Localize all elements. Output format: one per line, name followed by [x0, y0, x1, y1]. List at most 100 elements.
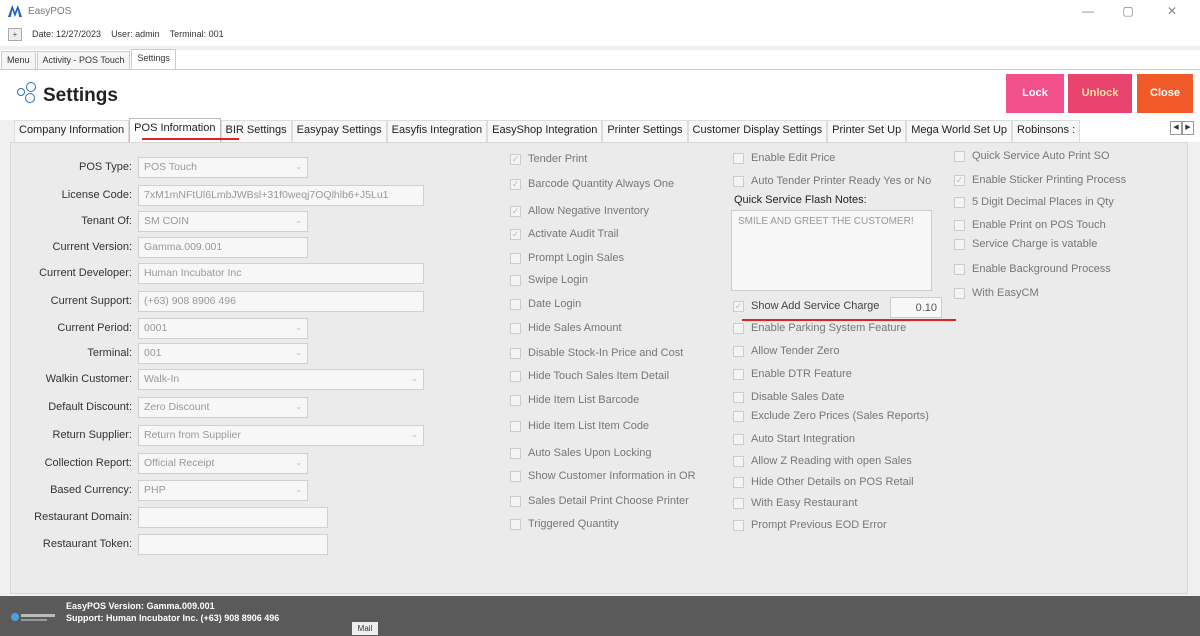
- disable-sales-date-checkbox[interactable]: Disable Sales Date: [733, 391, 845, 403]
- enable-background-process-checkbox[interactable]: Enable Background Process: [954, 263, 1111, 275]
- hide-touch-sales-item-detail-checkbox[interactable]: Hide Touch Sales Item Detail: [510, 370, 669, 382]
- prompt-previous-eod-error-checkbox[interactable]: Prompt Previous EOD Error: [733, 519, 887, 531]
- service-charge-is-vatable-checkbox[interactable]: Service Charge is vatable: [954, 238, 1097, 250]
- checkbox-label: Prompt Login Sales: [528, 252, 624, 264]
- pos-type-dropdown[interactable]: POS Touch ⌄: [138, 157, 308, 178]
- auto-start-integration-checkbox[interactable]: Auto Start Integration: [733, 433, 855, 445]
- mail-button[interactable]: Mail: [352, 622, 378, 635]
- allow-negative-inventory-checkbox[interactable]: ✓ Allow Negative Inventory: [510, 205, 649, 217]
- collection-report-dropdown[interactable]: Official Receipt ⌄: [138, 453, 308, 474]
- unlock-button[interactable]: Unlock: [1068, 74, 1132, 113]
- checkbox-label: Show Add Service Charge: [751, 300, 880, 312]
- with-easycm-checkbox[interactable]: With EasyCM: [954, 287, 1039, 299]
- allow-tender-zero-checkbox[interactable]: Allow Tender Zero: [733, 345, 839, 357]
- field-value: 0001: [144, 322, 168, 334]
- allow-z-reading-with-open-sales-checkbox[interactable]: Allow Z Reading with open Sales: [733, 455, 912, 467]
- service-charge-input[interactable]: 0.10: [890, 297, 942, 318]
- tab-easypay-settings[interactable]: Easypay Settings: [291, 120, 387, 142]
- chevron-down-icon[interactable]: ⌄: [295, 162, 302, 171]
- checkbox-box: [733, 391, 744, 403]
- hide-other-details-on-pos-retail-checkbox[interactable]: Hide Other Details on POS Retail: [733, 476, 914, 488]
- tab-scroll-right-icon[interactable]: ▶: [1182, 121, 1194, 135]
- tab-scroll-left-icon[interactable]: ◀: [1170, 121, 1182, 135]
- auto-sales-upon-locking-checkbox[interactable]: Auto Sales Upon Locking: [510, 447, 652, 459]
- close-window-button[interactable]: ✕: [1154, 2, 1190, 20]
- checkbox-label: Hide Touch Sales Item Detail: [528, 370, 670, 382]
- tab-easyfis-integration[interactable]: Easyfis Integration: [386, 120, 488, 142]
- chevron-down-icon[interactable]: ⌄: [295, 348, 302, 357]
- hide-item-list-barcode-checkbox[interactable]: Hide Item List Barcode: [510, 394, 639, 406]
- 5-digit-decimal-places-in-qty-checkbox[interactable]: 5 Digit Decimal Places in Qty: [954, 196, 1114, 208]
- hide-item-list-item-code-checkbox[interactable]: Hide Item List Item Code: [510, 420, 649, 432]
- tab-settings[interactable]: Settings: [131, 49, 176, 69]
- current-support-field[interactable]: (+63) 908 8906 496: [138, 291, 424, 312]
- walkin-customer-dropdown[interactable]: Walk-In ⌄: [138, 369, 424, 390]
- license-code-field[interactable]: 7xM1mNFtUl6LmbJWBsl+31f0weqj7OQlhlb6+J5L…: [138, 185, 424, 206]
- checkbox-label: Hide Item List Barcode: [528, 394, 640, 406]
- triggered-quantity-checkbox[interactable]: Triggered Quantity: [510, 518, 619, 530]
- based-currency-dropdown[interactable]: PHP ⌄: [138, 480, 308, 501]
- current-developer-field[interactable]: Human Incubator Inc: [138, 263, 424, 284]
- hide-sales-amount-checkbox[interactable]: Hide Sales Amount: [510, 322, 622, 334]
- tab-company-information[interactable]: Company Information: [14, 120, 130, 142]
- with-easy-restaurant-checkbox[interactable]: With Easy Restaurant: [733, 497, 857, 509]
- maximize-button[interactable]: ▢: [1110, 2, 1146, 20]
- restaurant-domain-field[interactable]: [138, 507, 328, 528]
- restaurant-token-field[interactable]: [138, 534, 328, 555]
- checkbox-label: Enable Background Process: [972, 263, 1111, 275]
- checkbox-label: Allow Z Reading with open Sales: [751, 455, 912, 467]
- session-date: Date: 12/27/2023: [32, 29, 102, 39]
- minimize-button[interactable]: —: [1070, 2, 1106, 20]
- field-label-terminal: Terminal:: [87, 347, 132, 359]
- tab-activity-pos-touch[interactable]: Activity - POS Touch: [36, 51, 131, 69]
- terminal-dropdown[interactable]: 001 ⌄: [138, 343, 308, 364]
- enable-print-on-pos-touch-checkbox[interactable]: Enable Print on POS Touch: [954, 219, 1106, 231]
- tab-robinsons[interactable]: Robinsons :: [1012, 120, 1081, 142]
- tab-mega-world-set-up[interactable]: Mega World Set Up: [906, 120, 1013, 142]
- enable-edit-price-checkbox[interactable]: Enable Edit Price: [733, 152, 835, 164]
- current-period-dropdown[interactable]: 0001 ⌄: [138, 318, 308, 339]
- barcode-quantity-always-one-checkbox[interactable]: ✓ Barcode Quantity Always One: [510, 178, 674, 190]
- checkbox-box: [510, 274, 521, 286]
- tenant-of-dropdown[interactable]: SM COIN ⌄: [138, 211, 308, 232]
- flash-notes-textarea[interactable]: SMILE AND GREET THE CUSTOMER!: [731, 210, 932, 291]
- checkbox-label: Date Login: [528, 298, 582, 310]
- swipe-login-checkbox[interactable]: Swipe Login: [510, 274, 588, 286]
- close-button[interactable]: Close: [1137, 74, 1193, 113]
- tab-menu[interactable]: Menu: [1, 51, 36, 69]
- expand-button[interactable]: +: [8, 27, 22, 41]
- chevron-down-icon[interactable]: ⌄: [295, 216, 302, 225]
- default-discount-dropdown[interactable]: Zero Discount ⌄: [138, 397, 308, 418]
- tab-easyshop-integration[interactable]: EasyShop Integration: [487, 120, 603, 142]
- current-version-field[interactable]: Gamma.009.001: [138, 237, 308, 258]
- session-user: User: admin: [111, 29, 160, 39]
- date-login-checkbox[interactable]: Date Login: [510, 298, 581, 310]
- prompt-login-sales-checkbox[interactable]: Prompt Login Sales: [510, 252, 624, 264]
- enable-parking-system-feature-checkbox[interactable]: Enable Parking System Feature: [733, 322, 906, 334]
- chevron-down-icon[interactable]: ⌄: [411, 374, 418, 383]
- field-value: 001: [144, 347, 162, 359]
- enable-dtr-feature-checkbox[interactable]: Enable DTR Feature: [733, 368, 852, 380]
- chevron-down-icon[interactable]: ⌄: [295, 323, 302, 332]
- activate-audit-trail-checkbox[interactable]: ✓ Activate Audit Trail: [510, 228, 619, 240]
- chevron-down-icon[interactable]: ⌄: [411, 430, 418, 439]
- tab-printer-set-up[interactable]: Printer Set Up: [827, 120, 907, 142]
- tender-print-checkbox[interactable]: ✓ Tender Print: [510, 153, 587, 165]
- chevron-down-icon[interactable]: ⌄: [295, 402, 302, 411]
- show-add-service-charge-checkbox[interactable]: ✓ Show Add Service Charge: [733, 300, 879, 312]
- tab-printer-settings[interactable]: Printer Settings: [602, 120, 688, 142]
- show-customer-information-in-or-checkbox[interactable]: Show Customer Information in OR: [510, 470, 696, 482]
- sales-detail-print-choose-printer-checkbox[interactable]: Sales Detail Print Choose Printer: [510, 495, 689, 507]
- chevron-down-icon[interactable]: ⌄: [295, 485, 302, 494]
- enable-sticker-printing-process-checkbox[interactable]: ✓ Enable Sticker Printing Process: [954, 174, 1126, 186]
- auto-tender-printer-ready-yes-or-no-checkbox[interactable]: Auto Tender Printer Ready Yes or No: [733, 175, 931, 187]
- disable-stock-in-price-and-cost-checkbox[interactable]: Disable Stock-In Price and Cost: [510, 347, 683, 359]
- checkbox-label: Enable Edit Price: [751, 152, 836, 164]
- lock-button[interactable]: Lock: [1006, 74, 1064, 113]
- tab-customer-display-settings[interactable]: Customer Display Settings: [687, 120, 828, 142]
- exclude-zero-prices-sales-reports-checkbox[interactable]: Exclude Zero Prices (Sales Reports): [733, 410, 929, 422]
- chevron-down-icon[interactable]: ⌄: [295, 458, 302, 467]
- quick-service-auto-print-so-checkbox[interactable]: Quick Service Auto Print SO: [954, 150, 1110, 162]
- field-label-current-version: Current Version:: [52, 241, 132, 253]
- return-supplier-dropdown[interactable]: Return from Supplier ⌄: [138, 425, 424, 446]
